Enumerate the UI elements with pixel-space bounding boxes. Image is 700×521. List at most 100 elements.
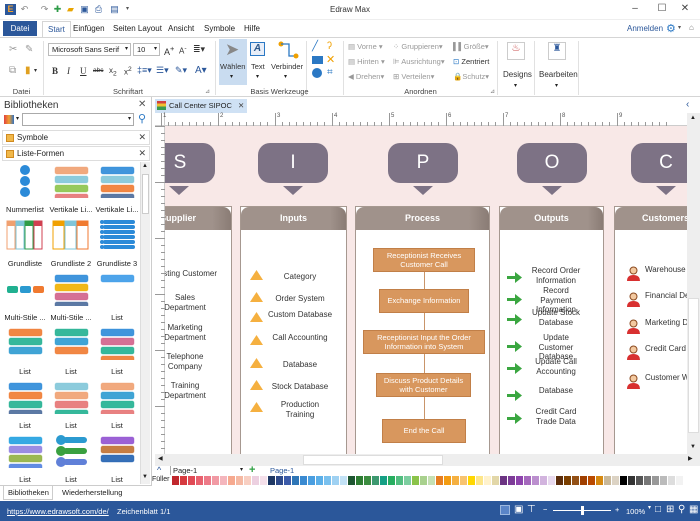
input-item[interactable]: Production Training	[267, 400, 333, 419]
connector-tool-button[interactable]: Verbinder ▾	[271, 39, 303, 85]
color-swatch[interactable]	[340, 476, 347, 485]
supplier-item[interactable]: Training Department	[165, 381, 210, 400]
color-swatch[interactable]	[428, 476, 435, 485]
color-swatch[interactable]	[236, 476, 243, 485]
library-shape[interactable]: List	[48, 380, 94, 430]
export-icon[interactable]: ▤	[109, 4, 120, 15]
customer-item[interactable]: Credit Card Processor	[645, 344, 687, 354]
supplier-item[interactable]: Existing Customer	[165, 269, 225, 279]
underline-icon[interactable]: U	[80, 66, 87, 76]
grow-font-icon[interactable]: A+	[164, 44, 174, 57]
bullets-icon[interactable]: ☰▾	[156, 65, 169, 76]
add-page-icon[interactable]: +	[249, 464, 255, 476]
strikethrough-icon[interactable]: abc	[93, 67, 103, 74]
tab-datei[interactable]: Datei	[3, 21, 37, 36]
color-swatch[interactable]	[252, 476, 259, 485]
sipoc-letter-p[interactable]: P	[388, 143, 458, 183]
section-liste-formen[interactable]: Liste-Formen ✕	[2, 146, 150, 161]
font-name-select[interactable]: Microsoft Sans Serif ▾	[48, 43, 131, 56]
undo-icon[interactable]: ↶	[19, 4, 30, 15]
supplier-item[interactable]: Marketing Department	[165, 323, 210, 342]
close-section-icon[interactable]: ✕	[138, 132, 146, 143]
section-symbole[interactable]: Symbole ✕	[2, 130, 150, 145]
cross-tool-icon[interactable]: ✕	[326, 53, 335, 66]
sipoc-letter-o[interactable]: O	[517, 143, 587, 183]
library-shape[interactable]: Nummerlist	[2, 164, 48, 214]
maximize-button[interactable]: ☐	[652, 3, 672, 17]
cut-icon[interactable]: ✂	[9, 44, 17, 55]
edit-button[interactable]: ♜ Bearbeiten ▾	[537, 39, 578, 93]
library-shape[interactable]: Grundliste	[2, 218, 48, 268]
page-tab[interactable]: Page-1	[270, 466, 294, 475]
canvas-horizontal-scrollbar[interactable]: ◀ ▶	[155, 454, 700, 466]
superscript-icon[interactable]: x2	[124, 66, 132, 77]
customer-item[interactable]: Warehouse Department	[645, 265, 687, 275]
website-link[interactable]: https://www.edrawsoft.com/de/	[7, 507, 109, 516]
color-swatch[interactable]	[412, 476, 419, 485]
color-swatch[interactable]	[444, 476, 451, 485]
scroll-thumb[interactable]	[688, 298, 699, 433]
color-swatch[interactable]	[564, 476, 571, 485]
minimize-button[interactable]: –	[625, 3, 645, 17]
page-select[interactable]: Page-1	[170, 466, 240, 475]
zoom-search-icon[interactable]: ⚲	[678, 504, 685, 515]
color-swatch[interactable]	[180, 476, 187, 485]
arrange-dialog-launcher-icon[interactable]: ⊿	[490, 88, 495, 95]
library-shape[interactable]: Grundliste 2	[48, 218, 94, 268]
color-swatch[interactable]	[636, 476, 643, 485]
subscript-icon[interactable]: x2	[109, 66, 117, 78]
scroll-up-icon[interactable]: ▲	[690, 115, 696, 121]
align-button[interactable]: ⊫ Ausrichtung▾	[393, 57, 445, 66]
zoom-in-button[interactable]: +	[615, 505, 619, 514]
format-painter-icon[interactable]: ✎	[25, 44, 33, 55]
scroll-right-icon[interactable]: ▶	[688, 455, 693, 462]
scroll-thumb[interactable]	[303, 455, 443, 465]
color-swatch[interactable]	[532, 476, 539, 485]
redo-icon[interactable]: ↷	[39, 4, 50, 15]
color-swatch[interactable]	[620, 476, 627, 485]
size-button[interactable]: ▌▌Größe▾	[453, 42, 489, 51]
normal-view-icon[interactable]	[500, 505, 510, 515]
process-step[interactable]: End the Call	[382, 419, 466, 443]
scroll-up-icon[interactable]: ▲	[142, 163, 148, 169]
color-swatch[interactable]	[348, 476, 355, 485]
process-step[interactable]: Discuss Product Details with Customer	[376, 373, 471, 397]
output-item[interactable]: Update Stock Database	[527, 308, 585, 327]
document-tab[interactable]: Call Center SIPOC ✕	[155, 99, 247, 113]
color-swatch[interactable]	[212, 476, 219, 485]
shapes-scrollbar[interactable]: ▲ ▼	[140, 162, 150, 484]
customize-icon[interactable]: ▾	[122, 4, 133, 15]
color-swatch[interactable]	[676, 476, 683, 485]
color-swatch[interactable]	[548, 476, 555, 485]
line-spacing-icon[interactable]: ‡≡▾	[137, 65, 152, 76]
library-menu-dropdown-icon[interactable]: ▾	[16, 115, 19, 122]
bold-icon[interactable]: B	[52, 66, 58, 76]
output-item[interactable]: Credit Card Trade Data	[527, 407, 585, 426]
scroll-down-icon[interactable]: ▼	[142, 474, 148, 480]
rotate-button[interactable]: ◀ Drehen▾	[348, 72, 384, 81]
color-swatch[interactable]	[220, 476, 227, 485]
zoom-slider-thumb[interactable]	[581, 506, 584, 515]
color-swatch[interactable]	[380, 476, 387, 485]
drawing-canvas[interactable]: S I P O C Supplier Existing Customer Sal…	[165, 126, 687, 454]
output-item[interactable]: Database	[527, 386, 585, 396]
color-swatch[interactable]	[196, 476, 203, 485]
tab-ansicht[interactable]: Ansicht	[163, 23, 199, 37]
color-swatch[interactable]	[468, 476, 475, 485]
presentation-icon[interactable]: ⊤	[527, 504, 536, 515]
color-swatch[interactable]	[460, 476, 467, 485]
select-tool-button[interactable]: ➤ Wählen ▾	[219, 39, 247, 85]
color-swatch[interactable]	[516, 476, 523, 485]
color-swatch[interactable]	[588, 476, 595, 485]
supplier-item[interactable]: Sales Department	[165, 293, 210, 312]
color-swatch[interactable]	[628, 476, 635, 485]
close-panel-icon[interactable]: ✕	[138, 99, 146, 110]
customer-item[interactable]: Marketing Department	[645, 318, 687, 328]
zoom-out-button[interactable]: −	[543, 505, 547, 514]
color-swatch[interactable]	[660, 476, 667, 485]
close-tab-icon[interactable]: ✕	[238, 101, 244, 110]
color-swatch[interactable]	[652, 476, 659, 485]
color-swatch[interactable]	[420, 476, 427, 485]
designs-button[interactable]: ♨ Designs ▾	[500, 39, 533, 93]
library-shape[interactable]: List	[94, 434, 140, 484]
